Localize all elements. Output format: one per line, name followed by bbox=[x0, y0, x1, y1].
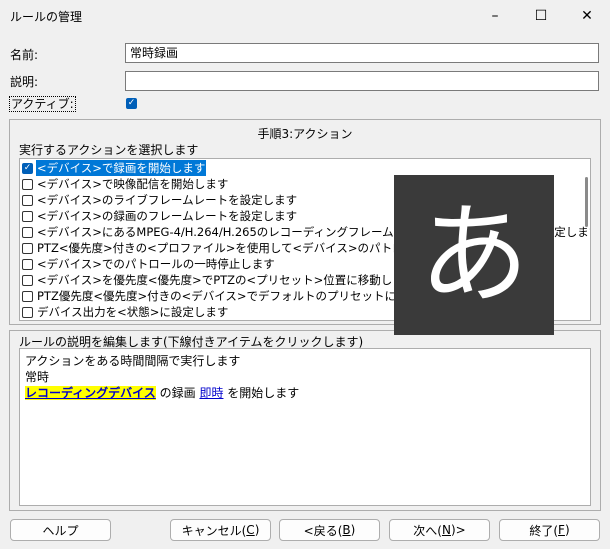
action-item[interactable]: PTZ優先度<優先度>付きの<デバイス>でデフォルトのプリセットに移動します bbox=[22, 288, 455, 304]
action-checkbox[interactable]: ✓ bbox=[22, 162, 33, 174]
action-checkbox[interactable] bbox=[22, 226, 33, 238]
next-button-suffix: )> bbox=[450, 523, 466, 537]
cancel-button-label: キャンセル( bbox=[181, 523, 247, 538]
cancel-accelerator: C bbox=[246, 523, 255, 537]
help-button[interactable]: ヘルプ bbox=[10, 519, 111, 541]
description-line-1: アクションをある時間間隔で実行します bbox=[25, 354, 241, 368]
back-button-suffix: ) bbox=[350, 523, 356, 537]
next-accelerator: N bbox=[441, 523, 451, 537]
action-checkbox[interactable] bbox=[22, 258, 33, 270]
next-button-label: 次へ( bbox=[413, 523, 442, 538]
action-item[interactable]: <デバイス>の録画のフレームレートを設定します bbox=[22, 208, 298, 224]
action-label: デバイス出力を<状態>に設定します bbox=[37, 305, 229, 319]
description-text: を開始します bbox=[223, 386, 300, 400]
action-checkbox[interactable] bbox=[22, 178, 33, 190]
back-accelerator: B bbox=[342, 523, 351, 537]
close-icon[interactable]: ✕ bbox=[564, 0, 610, 32]
action-label: <デバイス>でのパトロールの一時停止します bbox=[37, 257, 275, 271]
action-checkbox[interactable] bbox=[22, 306, 33, 318]
action-label: <デバイス>を優先度<優先度>でPTZの<プリセット>位置に移動します bbox=[37, 273, 416, 287]
back-button[interactable]: <戻る(B) bbox=[279, 519, 380, 541]
title-bar: ルールの管理 – ☐ ✕ bbox=[0, 0, 610, 32]
description-label: 説明: bbox=[10, 75, 39, 89]
step-title: 手順3:アクション bbox=[257, 127, 353, 141]
action-label: <デバイス>で映像配信を開始します bbox=[37, 177, 229, 191]
ime-mode-indicator: あ bbox=[394, 175, 554, 335]
action-checkbox[interactable] bbox=[22, 194, 33, 206]
window-title: ルールの管理 bbox=[10, 10, 83, 24]
finish-button[interactable]: 終了(F) bbox=[499, 519, 600, 541]
action-item[interactable]: <デバイス>でのパトロールの一時停止します bbox=[22, 256, 276, 272]
action-checkbox[interactable] bbox=[22, 210, 33, 222]
help-button-label: ヘルプ bbox=[42, 523, 79, 538]
rule-description: アクションをある時間間隔で実行します 常時 レコーディングデバイス の録画 即時… bbox=[19, 348, 591, 506]
action-checkbox[interactable] bbox=[22, 274, 33, 286]
finish-button-suffix: ) bbox=[564, 523, 570, 537]
action-label: <デバイス>で録画を開始します bbox=[36, 160, 207, 176]
name-input[interactable]: 常時録画 bbox=[125, 43, 599, 63]
action-item[interactable]: デバイス出力を<状態>に設定します bbox=[22, 304, 229, 320]
action-item[interactable]: <デバイス>のライブフレームレートを設定します bbox=[22, 192, 298, 208]
actions-scrollbar[interactable] bbox=[585, 177, 588, 227]
recording-device-link[interactable]: レコーディングデバイス bbox=[25, 386, 156, 400]
description-panel: ルールの説明を編集します(下線付きアイテムをクリックします) アクションをある時… bbox=[9, 330, 601, 511]
action-item[interactable]: ✓ <デバイス>で録画を開始します bbox=[22, 160, 207, 176]
description-input[interactable] bbox=[125, 71, 599, 91]
action-label: PTZ優先度<優先度>付きの<デバイス>でデフォルトのプリセットに移動します bbox=[37, 289, 454, 303]
description-line-3: レコーディングデバイス の録画 即時 を開始します bbox=[25, 385, 585, 401]
back-button-label: <戻る( bbox=[303, 523, 343, 538]
minimize-icon[interactable]: – bbox=[472, 0, 518, 32]
name-label: 名前: bbox=[10, 48, 39, 62]
cancel-button-suffix: ) bbox=[254, 523, 260, 537]
select-actions-label: 実行するアクションを選択します bbox=[19, 143, 199, 157]
action-item[interactable]: <デバイス>を優先度<優先度>でPTZの<プリセット>位置に移動します bbox=[22, 272, 416, 288]
finish-accelerator: F bbox=[558, 523, 565, 537]
immediately-link[interactable]: 即時 bbox=[199, 386, 223, 400]
next-button[interactable]: 次へ(N)> bbox=[389, 519, 490, 541]
action-checkbox[interactable] bbox=[22, 290, 33, 302]
action-checkbox[interactable] bbox=[22, 242, 33, 254]
action-label: <デバイス>の録画のフレームレートを設定します bbox=[37, 209, 298, 223]
action-item[interactable]: <デバイス>で映像配信を開始します bbox=[22, 176, 229, 192]
description-text: の録画 bbox=[155, 386, 200, 400]
active-label: アクティブ: bbox=[9, 96, 76, 112]
action-label: <デバイス>のライブフレームレートを設定します bbox=[37, 193, 298, 207]
description-line-2: 常時 bbox=[25, 370, 50, 384]
finish-button-label: 終了( bbox=[529, 523, 559, 538]
active-checkbox[interactable]: ✓ bbox=[126, 98, 137, 109]
maximize-icon[interactable]: ☐ bbox=[518, 0, 564, 32]
cancel-button[interactable]: キャンセル(C) bbox=[170, 519, 271, 541]
